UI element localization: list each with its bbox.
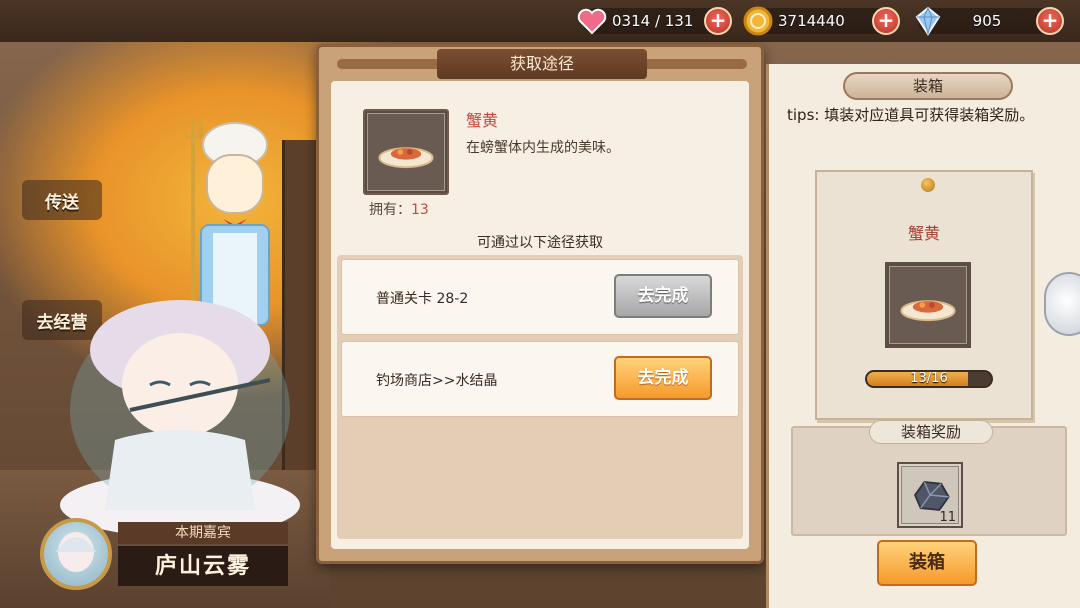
owned-number: 13 — [411, 202, 429, 218]
stamina-counter: 0314 / 131 + — [577, 7, 732, 35]
list-item: 钓场商店>>水结晶 去完成 — [341, 341, 739, 417]
guest-character-illustration — [60, 300, 300, 537]
heart-icon — [577, 8, 607, 35]
list-item: 普通关卡 28-2 去完成 — [341, 259, 739, 335]
gold-counter: 3714440 + — [743, 6, 900, 36]
gem-counter: 905 + — [915, 6, 1064, 36]
pack-button[interactable]: 装箱 — [877, 540, 977, 586]
way-label: 普通关卡 28-2 — [376, 291, 469, 307]
reward-title: 装箱奖励 — [869, 420, 993, 444]
progress-text: 13/16 — [910, 371, 948, 386]
pin-icon — [921, 178, 935, 192]
teleport-nav-button[interactable]: 传送 — [22, 180, 102, 220]
owned-count: 拥有：13 — [369, 199, 429, 219]
crab-roe-dish-icon — [900, 300, 956, 322]
item-name: 蟹黄 — [466, 111, 499, 130]
gem-value: 905 — [972, 12, 1002, 30]
coin-icon — [743, 6, 773, 36]
add-gold-button[interactable]: + — [872, 7, 900, 35]
panel-title: 装箱 — [843, 72, 1013, 100]
way-label: 钓场商店>>水结晶 — [376, 373, 498, 389]
reward-item-slot[interactable]: 11 — [897, 462, 963, 528]
dialog-body: 蟹黄 在螃蟹体内生成的美味。 拥有：13 可通过以下途径获取 普通关卡 28-2… — [331, 81, 749, 549]
item-thumbnail — [363, 109, 449, 195]
go-complete-button[interactable]: 去完成 — [614, 274, 712, 318]
card-item-thumbnail — [885, 262, 971, 348]
owned-label: 拥有： — [369, 202, 411, 218]
crystal-icon — [915, 6, 941, 36]
crab-roe-dish-icon — [378, 147, 434, 169]
packing-reward-area: 装箱奖励 11 — [791, 420, 1067, 536]
dialog-title: 获取途径 — [337, 49, 747, 79]
packing-progress-bar: 13/16 — [865, 370, 993, 388]
tips-text: tips: 填装对应道具可获得装箱奖励。 — [787, 106, 1035, 124]
stamina-value: 0314 / 131 — [612, 12, 694, 30]
packing-panel: 装箱 tips: 填装对应道具可获得装箱奖励。 蟹黄 13/16 装箱奖励 11… — [766, 64, 1080, 608]
ways-header: 可通过以下途径获取 — [477, 235, 603, 251]
packing-card: 蟹黄 13/16 — [815, 170, 1033, 420]
guest-portrait — [40, 518, 112, 590]
go-complete-button[interactable]: 去完成 — [614, 356, 712, 400]
gold-value: 3714440 — [778, 12, 845, 30]
guest-name: 庐山云雾 — [118, 546, 288, 586]
guest-badge[interactable]: 本期嘉宾 庐山云雾 — [40, 518, 290, 590]
side-drawer-handle[interactable] — [1044, 272, 1080, 336]
guest-tag: 本期嘉宾 — [118, 522, 288, 544]
reward-count: 11 — [939, 510, 956, 525]
add-gem-button[interactable]: + — [1036, 7, 1064, 35]
item-description: 在螃蟹体内生成的美味。 — [466, 140, 620, 156]
acquisition-dialog: 获取途径 蟹黄 在螃蟹体内生成的美味。 拥有：13 可通过以下途径获取 普通关卡… — [316, 44, 764, 564]
card-item-name: 蟹黄 — [907, 224, 940, 243]
acquisition-ways-list: 普通关卡 28-2 去完成 钓场商店>>水结晶 去完成 — [337, 255, 743, 539]
add-stamina-button[interactable]: + — [704, 7, 732, 35]
